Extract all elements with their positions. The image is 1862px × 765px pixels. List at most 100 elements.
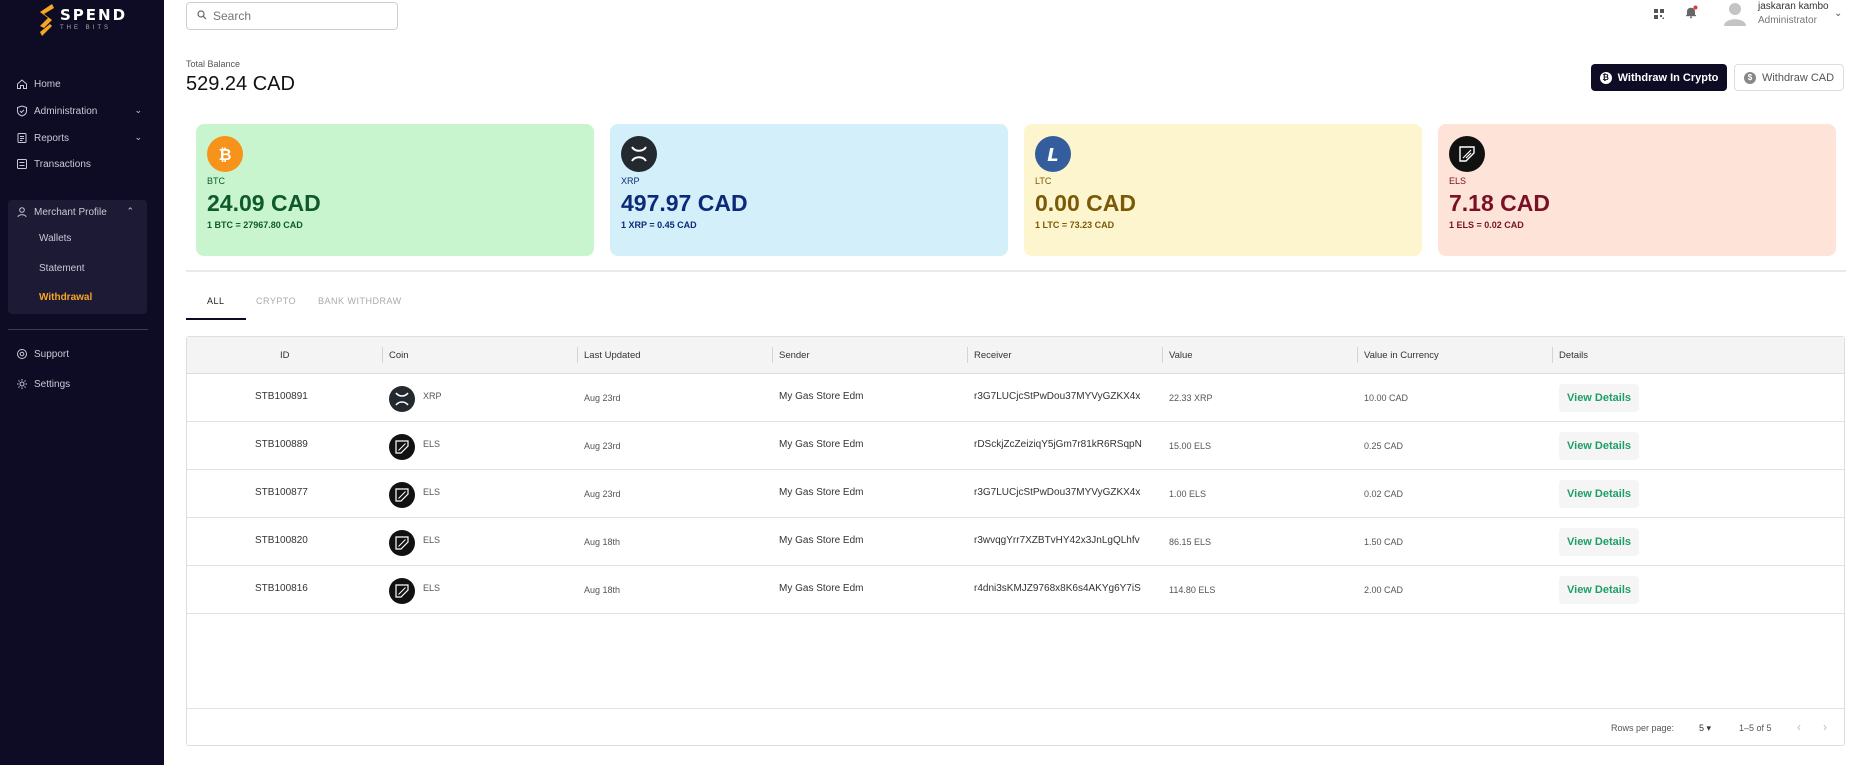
sidebar-subitem-withdrawal[interactable]: Withdrawal bbox=[39, 292, 92, 303]
column-header-receiver[interactable]: Receiver bbox=[974, 350, 1012, 361]
cell-value: 22.33 XRP bbox=[1169, 393, 1213, 403]
view-details-button[interactable]: View Details bbox=[1559, 576, 1639, 604]
column-header-sender[interactable]: Sender bbox=[779, 350, 810, 361]
notifications-button[interactable] bbox=[1680, 3, 1702, 25]
cell-receiver: r3wvqgYrr7XZBTvHY42x3JnLgQLhfv bbox=[974, 535, 1140, 546]
withdraw-crypto-label: Withdraw In Crypto bbox=[1617, 71, 1719, 84]
home-icon bbox=[16, 78, 28, 90]
table-row[interactable]: STB100889 ELS Aug 23rd My Gas Store Edm … bbox=[187, 422, 1844, 470]
withdraw-cad-label: Withdraw CAD bbox=[1761, 71, 1835, 84]
card-rate: 1 LTC = 73.23 CAD bbox=[1035, 220, 1115, 230]
column-header-id[interactable]: ID bbox=[280, 350, 290, 361]
wallet-card-els[interactable]: ELS 7.18 CAD 1 ELS = 0.02 CAD bbox=[1438, 124, 1836, 256]
cell-value-in-currency: 0.02 CAD bbox=[1364, 489, 1404, 499]
column-separator bbox=[577, 347, 578, 363]
cell-receiver: r3G7LUCjcStPwDou37MYVyGZKX4x bbox=[974, 487, 1141, 498]
avatar[interactable] bbox=[1722, 0, 1748, 26]
sidebar-item-support[interactable]: Support bbox=[16, 342, 148, 366]
dollar-icon: $ bbox=[1743, 71, 1756, 84]
cell-coin: ELS bbox=[423, 487, 441, 497]
table-pagination: Rows per page: 5 ▾ 1–5 of 5 ‹ › bbox=[187, 708, 1844, 745]
qr-scan-button[interactable] bbox=[1648, 5, 1670, 27]
withdraw-cad-button[interactable]: $ Withdraw CAD bbox=[1734, 64, 1844, 91]
sidebar-subitem-statement[interactable]: Statement bbox=[39, 263, 85, 274]
cell-value: 114.80 ELS bbox=[1169, 585, 1216, 595]
wallet-card-ltc[interactable]: L LTC 0.00 CAD 1 LTC = 73.23 CAD bbox=[1024, 124, 1422, 256]
litecoin-icon: L bbox=[1035, 136, 1071, 172]
table-row[interactable]: STB100820 ELS Aug 18th My Gas Store Edm … bbox=[187, 518, 1844, 566]
previous-page-icon[interactable]: ‹ bbox=[1797, 720, 1801, 734]
sidebar-item-label: Administration bbox=[34, 105, 98, 117]
user-name[interactable]: jaskaran kambo bbox=[1758, 1, 1829, 12]
sidebar-item-reports[interactable]: Reports ⌄ bbox=[16, 126, 148, 150]
tab-crypto[interactable]: CRYPTO bbox=[256, 296, 296, 306]
card-rate: 1 XRP = 0.45 CAD bbox=[621, 220, 697, 230]
cell-date: Aug 18th bbox=[584, 585, 621, 595]
cell-id: STB100889 bbox=[255, 439, 308, 450]
sidebar-subitem-wallets[interactable]: Wallets bbox=[39, 233, 71, 244]
search-input[interactable] bbox=[213, 9, 393, 23]
card-amount: 497.97 CAD bbox=[621, 190, 748, 216]
table-row[interactable]: STB100891 XRP Aug 23rd My Gas Store Edm … bbox=[187, 374, 1844, 422]
sidebar-item-label: Support bbox=[34, 348, 70, 360]
wallet-card-btc[interactable]: ₿ BTC 24.09 CAD 1 BTC = 27967.80 CAD bbox=[196, 124, 594, 256]
cell-id: STB100816 bbox=[255, 583, 308, 594]
cell-receiver: rDSckjZcZeiziqY5jGm7r81kR6RSqpN bbox=[974, 439, 1142, 450]
brand-logo[interactable]: SPEND THE BITS bbox=[36, 2, 127, 38]
sidebar-item-merchant-profile[interactable]: Merchant Profile ⌃ bbox=[16, 200, 140, 224]
user-role: Administrator bbox=[1758, 15, 1817, 26]
els-icon bbox=[389, 434, 415, 460]
sidebar-item-administration[interactable]: Administration ⌄ bbox=[16, 99, 148, 123]
brand-word: SPEND bbox=[60, 6, 128, 24]
rows-per-page-value: 5 bbox=[1699, 723, 1705, 733]
view-details-button[interactable]: View Details bbox=[1559, 480, 1639, 508]
column-separator bbox=[382, 347, 383, 363]
card-symbol: ELS bbox=[1449, 176, 1467, 186]
cell-date: Aug 23rd bbox=[584, 441, 621, 451]
cell-sender: My Gas Store Edm bbox=[779, 439, 864, 450]
settings-icon bbox=[16, 378, 28, 390]
withdrawals-table: ID Coin Last Updated Sender Receiver Val… bbox=[186, 336, 1845, 746]
transactions-icon bbox=[16, 158, 28, 170]
sidebar-item-label: Transactions bbox=[34, 158, 91, 170]
xrp-icon bbox=[389, 386, 415, 412]
brand-tagline: THE BITS bbox=[60, 25, 112, 31]
column-header-value-in-currency[interactable]: Value in Currency bbox=[1364, 350, 1439, 361]
els-icon bbox=[389, 578, 415, 604]
sidebar-item-transactions[interactable]: Transactions bbox=[16, 152, 148, 176]
card-symbol: XRP bbox=[621, 176, 640, 186]
cell-sender: My Gas Store Edm bbox=[779, 391, 864, 402]
card-rate: 1 ELS = 0.02 CAD bbox=[1449, 220, 1524, 230]
table-row[interactable]: STB100877 ELS Aug 23rd My Gas Store Edm … bbox=[187, 470, 1844, 518]
column-header-details[interactable]: Details bbox=[1559, 350, 1588, 361]
table-row[interactable]: STB100816 ELS Aug 18th My Gas Store Edm … bbox=[187, 566, 1844, 614]
cell-value: 1.00 ELS bbox=[1169, 489, 1207, 499]
cell-id: STB100820 bbox=[255, 535, 308, 546]
sidebar-item-home[interactable]: Home bbox=[16, 72, 148, 96]
sidebar-item-settings[interactable]: Settings bbox=[16, 372, 148, 396]
withdraw-crypto-button[interactable]: ₿ Withdraw In Crypto bbox=[1591, 64, 1727, 91]
wallet-card-xrp[interactable]: XRP 497.97 CAD 1 XRP = 0.45 CAD bbox=[610, 124, 1008, 256]
chevron-down-icon[interactable]: ⌄ bbox=[1834, 8, 1842, 19]
view-details-button[interactable]: View Details bbox=[1559, 384, 1639, 412]
search-box[interactable] bbox=[186, 2, 398, 30]
cell-coin: ELS bbox=[423, 439, 441, 449]
tab-bank-withdraw[interactable]: BANK WITHDRAW bbox=[318, 296, 402, 306]
rows-per-page-select[interactable]: 5 ▾ bbox=[1699, 723, 1711, 734]
column-header-coin[interactable]: Coin bbox=[389, 350, 409, 361]
card-amount: 0.00 CAD bbox=[1035, 190, 1136, 216]
rows-per-page-label: Rows per page: bbox=[1611, 723, 1675, 733]
sidebar-item-label: Settings bbox=[34, 378, 71, 390]
column-header-value[interactable]: Value bbox=[1169, 350, 1193, 361]
cell-id: STB100891 bbox=[255, 391, 308, 402]
column-header-last-updated[interactable]: Last Updated bbox=[584, 350, 641, 361]
card-amount: 24.09 CAD bbox=[207, 190, 321, 216]
column-separator bbox=[1552, 347, 1553, 363]
next-page-icon[interactable]: › bbox=[1823, 720, 1827, 734]
chevron-down-icon: ⌄ bbox=[134, 105, 142, 115]
column-separator bbox=[967, 347, 968, 363]
chevron-up-icon: ⌃ bbox=[126, 206, 134, 216]
view-details-button[interactable]: View Details bbox=[1559, 432, 1639, 460]
view-details-button[interactable]: View Details bbox=[1559, 528, 1639, 556]
tab-all[interactable]: ALL bbox=[207, 296, 225, 306]
